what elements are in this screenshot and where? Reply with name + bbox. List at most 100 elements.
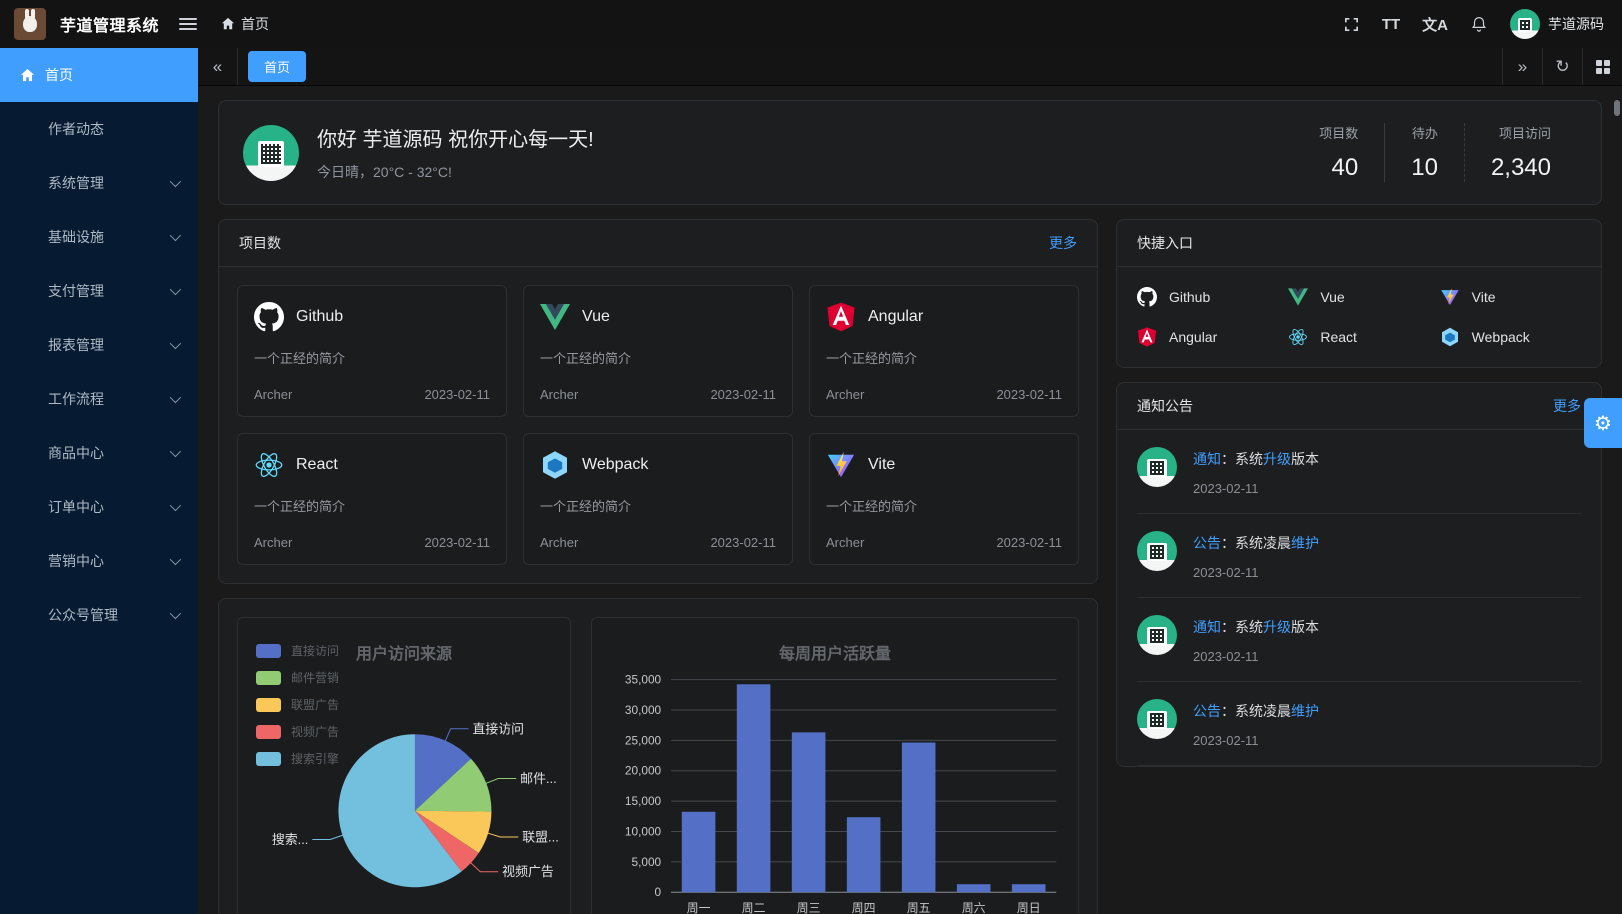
project-card-github[interactable]: Github 一个正经的简介 Archer2023-02-11	[237, 285, 507, 417]
legend-label: 联盟广告	[291, 696, 339, 713]
tabs-expand-button[interactable]: »	[1502, 48, 1542, 85]
webpack-icon	[540, 450, 570, 480]
sidebar-item-product[interactable]: 商品中心	[0, 426, 198, 480]
svg-text:20,000: 20,000	[625, 764, 662, 778]
sidebar-item-order[interactable]: 订单中心	[0, 480, 198, 534]
layout-grid-button[interactable]	[1582, 48, 1622, 85]
github-icon	[1137, 287, 1157, 307]
stat-label: 项目访问	[1491, 123, 1551, 142]
pie-legend: 直接访问邮件营销联盟广告视频广告搜索引擎	[256, 642, 339, 767]
project-name: Webpack	[582, 456, 648, 474]
sidebar-item-report[interactable]: 报表管理	[0, 318, 198, 372]
sidebar-item-infra[interactable]: 基础设施	[0, 210, 198, 264]
legend-item-2[interactable]: 联盟广告	[256, 696, 339, 713]
projects-more-link[interactable]: 更多	[1049, 233, 1077, 253]
stat-0: 项目数 40	[1293, 123, 1384, 182]
shortcut-vite[interactable]: Vite	[1440, 287, 1581, 307]
react-icon	[1288, 327, 1308, 347]
project-desc: 一个正经的简介	[826, 348, 1062, 367]
legend-swatch	[256, 698, 281, 712]
notice-item-1[interactable]: 公告：系统凌晨维护 2023-02-11	[1137, 514, 1581, 598]
home-icon	[20, 68, 35, 83]
notice-item-2[interactable]: 通知：系统升级版本 2023-02-11	[1137, 598, 1581, 682]
project-name: Vue	[582, 308, 610, 326]
sidebar-item-pay[interactable]: 支付管理	[0, 264, 198, 318]
sidebar-item-home[interactable]: 首页	[0, 48, 198, 102]
sidebar-item-marketing[interactable]: 营销中心	[0, 534, 198, 588]
main-content: 你好 芋道源码 祝你开心每一天! 今日晴，20°C - 32°C! 项目数 40…	[198, 86, 1622, 914]
svg-text:25,000: 25,000	[625, 733, 662, 747]
shortcut-label: Github	[1169, 289, 1210, 305]
legend-item-1[interactable]: 邮件营销	[256, 669, 339, 686]
user-name: 芋道源码	[1548, 14, 1604, 34]
legend-item-3[interactable]: 视频广告	[256, 723, 339, 740]
notices-more-link[interactable]: 更多	[1553, 396, 1581, 416]
project-card-vite[interactable]: Vite 一个正经的简介 Archer2023-02-11	[809, 433, 1079, 565]
shortcut-webpack[interactable]: Webpack	[1440, 327, 1581, 347]
notice-title: 公告：系统凌晨维护	[1193, 701, 1319, 721]
notification-bell-icon[interactable]	[1470, 15, 1488, 33]
shortcut-angular[interactable]: Angular	[1137, 327, 1278, 347]
svg-text:周日: 周日	[1017, 901, 1041, 914]
sidebar-item-system[interactable]: 系统管理	[0, 156, 198, 210]
hamburger-menu-icon[interactable]	[179, 18, 197, 30]
shortcut-label: Angular	[1169, 329, 1217, 345]
bar-chart: 05,00010,00015,00020,00025,00030,00035,0…	[592, 618, 1078, 914]
user-menu[interactable]: 芋道源码	[1510, 9, 1604, 39]
svg-text:周二: 周二	[742, 901, 766, 914]
tabs-collapse-button[interactable]: «	[198, 48, 238, 85]
notice-item-0[interactable]: 通知：系统升级版本 2023-02-11	[1137, 430, 1581, 514]
vue-icon	[1288, 287, 1308, 307]
language-icon[interactable]: 文A	[1422, 14, 1448, 35]
tab-home[interactable]: 首页	[248, 51, 306, 82]
settings-gear-button[interactable]: ⚙	[1584, 398, 1622, 448]
notice-title: 公告：系统凌晨维护	[1193, 533, 1319, 553]
project-date: 2023-02-11	[996, 535, 1062, 550]
scrollbar-thumb[interactable]	[1614, 100, 1620, 116]
legend-item-4[interactable]: 搜索引擎	[256, 750, 339, 767]
shortcut-label: Vite	[1472, 289, 1496, 305]
sidebar-item-label: 系统管理	[20, 173, 170, 193]
svg-text:周四: 周四	[852, 901, 876, 914]
notice-list: 通知：系统升级版本 2023-02-11 公告：系统凌晨维护 2023-02-1…	[1117, 430, 1601, 766]
project-desc: 一个正经的简介	[254, 496, 490, 515]
chevron-down-icon	[170, 554, 181, 565]
sidebar-item-label: 报表管理	[20, 335, 170, 355]
svg-text:周一: 周一	[687, 901, 711, 914]
refresh-button[interactable]: ↻	[1542, 48, 1582, 85]
shortcut-github[interactable]: Github	[1137, 287, 1278, 307]
font-size-icon[interactable]: TT	[1382, 16, 1400, 33]
project-date: 2023-02-11	[424, 387, 490, 402]
sidebar-item-label: 商品中心	[20, 443, 170, 463]
shortcut-react[interactable]: React	[1288, 327, 1429, 347]
shortcuts-card-title: 快捷入口	[1137, 233, 1193, 253]
notices-card: 通知公告 更多 通知：系统升级版本 2023-02-11 公告：系统凌晨维护 2…	[1116, 382, 1602, 767]
vite-icon	[826, 450, 856, 480]
project-card-vue[interactable]: Vue 一个正经的简介 Archer2023-02-11	[523, 285, 793, 417]
sidebar-item-workflow[interactable]: 工作流程	[0, 372, 198, 426]
fullscreen-icon[interactable]	[1343, 16, 1360, 33]
svg-text:直接访问: 直接访问	[472, 721, 524, 736]
notice-title: 通知：系统升级版本	[1193, 617, 1319, 637]
stat-label: 待办	[1411, 123, 1438, 142]
notice-date: 2023-02-11	[1193, 733, 1319, 748]
legend-swatch	[256, 671, 281, 685]
project-card-webpack[interactable]: Webpack 一个正经的简介 Archer2023-02-11	[523, 433, 793, 565]
breadcrumb[interactable]: 首页	[221, 14, 269, 34]
project-card-angular[interactable]: Angular 一个正经的简介 Archer2023-02-11	[809, 285, 1079, 417]
notice-avatar	[1137, 615, 1177, 655]
legend-label: 视频广告	[291, 723, 339, 740]
shortcuts-card: 快捷入口 Github Vue Vite Angular React Webpack	[1116, 219, 1602, 368]
sidebar-item-label: 营销中心	[20, 551, 170, 571]
sidebar-item-mp[interactable]: 公众号管理	[0, 588, 198, 642]
shortcut-vue[interactable]: Vue	[1288, 287, 1429, 307]
svg-text:10,000: 10,000	[625, 824, 662, 838]
chevron-down-icon	[170, 608, 181, 619]
project-author: Archer	[826, 387, 864, 402]
sidebar-item-author[interactable]: 作者动态	[0, 102, 198, 156]
project-card-react[interactable]: React 一个正经的简介 Archer2023-02-11	[237, 433, 507, 565]
svg-text:35,000: 35,000	[625, 673, 662, 687]
svg-text:搜索...: 搜索...	[272, 832, 309, 847]
notice-item-3[interactable]: 公告：系统凌晨维护 2023-02-11	[1137, 682, 1581, 766]
legend-item-0[interactable]: 直接访问	[256, 642, 339, 659]
